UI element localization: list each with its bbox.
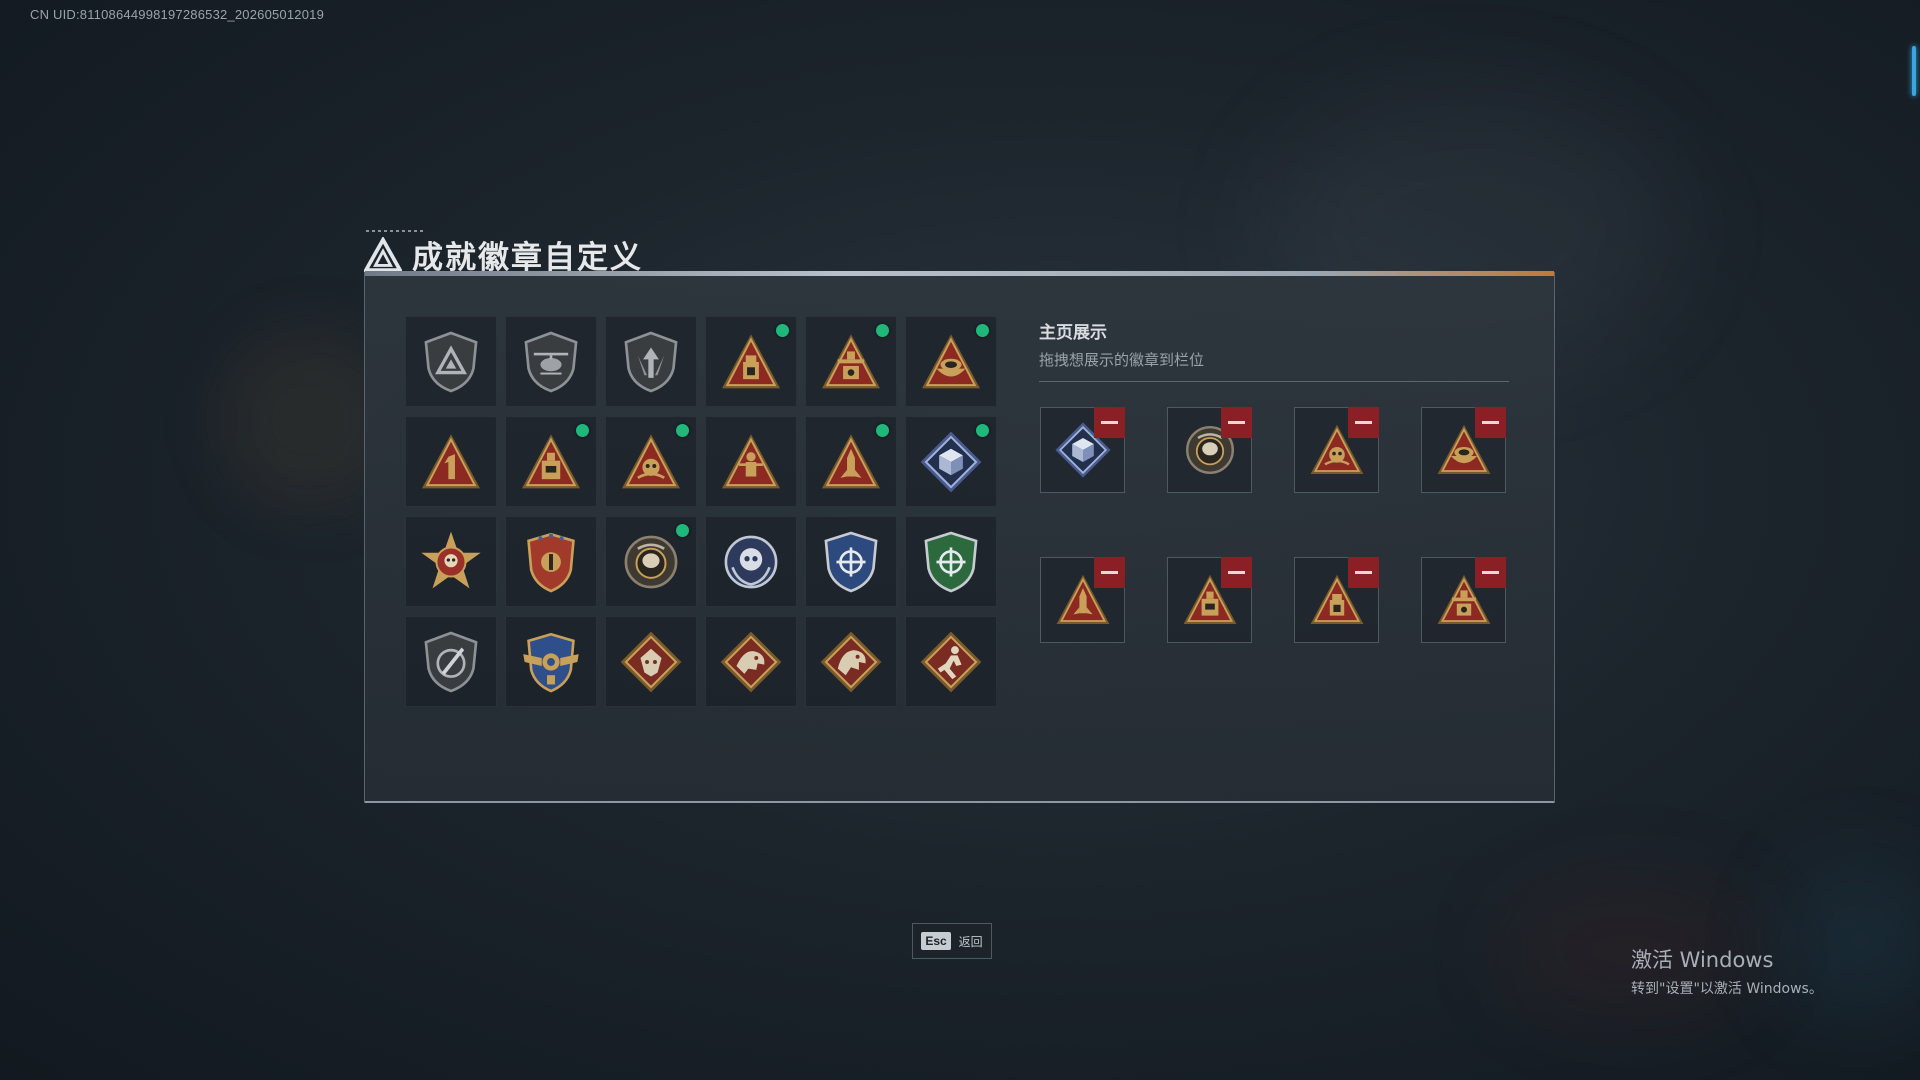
new-indicator-dot (576, 424, 589, 437)
badge-cell[interactable] (605, 416, 697, 507)
remove-badge-button[interactable] (1221, 557, 1252, 588)
diamond-dragon-alt-icon (820, 631, 882, 692)
minus-icon (1101, 571, 1118, 574)
diamond-dragon-icon (720, 631, 782, 692)
minus-icon (1228, 421, 1245, 424)
badge-collection-grid (405, 316, 997, 707)
round-disc-icon (624, 535, 678, 588)
minus-icon (1355, 571, 1372, 574)
blue-crosshair-shield-icon (824, 531, 878, 592)
back-button[interactable]: Esc 返回 (912, 923, 992, 959)
showcase-slot[interactable] (1421, 557, 1506, 643)
badge-cell[interactable] (405, 616, 497, 707)
badge-cell[interactable] (405, 316, 497, 407)
new-indicator-dot (976, 424, 989, 437)
showcase-subtitle: 拖拽想展示的徽章到栏位 (1039, 351, 1205, 369)
showcase-slot[interactable] (1040, 407, 1125, 493)
showcase-slot[interactable] (1040, 557, 1125, 643)
back-label: 返回 (958, 934, 983, 949)
showcase-slot[interactable] (1167, 557, 1252, 643)
minus-icon (1482, 421, 1499, 424)
remove-badge-button[interactable] (1475, 557, 1506, 588)
triangle-bowl-icon (921, 333, 981, 388)
showcase-slots (1040, 407, 1510, 643)
new-indicator-dot (976, 324, 989, 337)
badge-cell[interactable] (905, 516, 997, 607)
badge-cell[interactable] (405, 516, 497, 607)
triangle-missile-icon (821, 433, 881, 488)
triangle-tower-icon (821, 333, 881, 388)
shield-delta-icon (424, 331, 478, 392)
badge-cell[interactable] (505, 416, 597, 507)
crest-shield-icon (527, 532, 575, 592)
diamond-runner-icon (920, 631, 982, 692)
triangle-lantern-icon (721, 333, 781, 388)
panel-bottom-border (365, 801, 1554, 803)
triangle-number-one-icon (421, 433, 481, 488)
new-indicator-dot (876, 324, 889, 337)
minus-icon (1355, 421, 1372, 424)
badge-cell[interactable] (905, 616, 997, 707)
triangle-box-icon (521, 433, 581, 488)
arrow-shield-icon (624, 331, 678, 392)
star-skull-medal-icon (421, 531, 481, 588)
triangle-skull-icon (621, 433, 681, 488)
remove-badge-button[interactable] (1221, 407, 1252, 438)
remove-badge-button[interactable] (1094, 557, 1125, 588)
new-indicator-dot (676, 424, 689, 437)
winged-gear-shield-icon (523, 632, 579, 692)
diamond-beast-icon (620, 631, 682, 692)
windows-activation-watermark: 激活 Windows 转到"设置"以激活 Windows。 (1631, 944, 1823, 998)
badge-cell[interactable] (805, 316, 897, 407)
badge-cell[interactable] (505, 316, 597, 407)
panel-top-border (365, 271, 1554, 276)
remove-badge-button[interactable] (1348, 407, 1379, 438)
badge-cell[interactable] (705, 616, 797, 707)
badge-cell[interactable] (605, 516, 697, 607)
badge-cell[interactable] (805, 616, 897, 707)
showcase-header: 主页展示 拖拽想展示的徽章到栏位 (1039, 318, 1509, 382)
remove-badge-button[interactable] (1475, 407, 1506, 438)
badge-cell[interactable] (505, 616, 597, 707)
delta-logo-icon (364, 236, 402, 272)
minus-icon (1482, 571, 1499, 574)
uid-label: CN UID:8110864499819728653​2_20260501201… (30, 7, 325, 22)
new-indicator-dot (776, 324, 789, 337)
minus-icon (1101, 421, 1118, 424)
badge-cell[interactable] (805, 516, 897, 607)
badge-cell[interactable] (905, 316, 997, 407)
showcase-divider (1039, 381, 1509, 382)
showcase-slot[interactable] (1294, 407, 1379, 493)
remove-badge-button[interactable] (1348, 557, 1379, 588)
remove-badge-button[interactable] (1094, 407, 1125, 438)
badge-cell[interactable] (805, 416, 897, 507)
badge-cell[interactable] (405, 416, 497, 507)
triangle-soldier-icon (721, 433, 781, 488)
watermark-subtitle: 转到"设置"以激活 Windows。 (1631, 981, 1823, 997)
badge-cell[interactable] (705, 516, 797, 607)
green-crosshair-shield-icon (924, 531, 978, 592)
badge-cell[interactable] (705, 416, 797, 507)
new-indicator-dot (876, 424, 889, 437)
badge-cell[interactable] (605, 316, 697, 407)
minus-icon (1228, 571, 1245, 574)
badge-cell[interactable] (705, 316, 797, 407)
showcase-title: 主页展示 (1039, 323, 1107, 343)
showcase-slot[interactable] (1167, 407, 1252, 493)
showcase-slot[interactable] (1294, 557, 1379, 643)
watermark-title: 激活 Windows (1631, 948, 1774, 972)
round-skull-laurel-icon (724, 535, 778, 588)
diamond-cube-icon (920, 431, 982, 492)
badge-cell[interactable] (905, 416, 997, 507)
badge-cell[interactable] (505, 516, 597, 607)
scroll-indicator (1912, 46, 1916, 96)
showcase-slot[interactable] (1421, 407, 1506, 493)
badge-cell[interactable] (605, 616, 697, 707)
helicopter-shield-icon (524, 331, 578, 392)
knife-shield-icon (424, 631, 478, 692)
new-indicator-dot (676, 524, 689, 537)
esc-key-icon: Esc (921, 932, 951, 950)
